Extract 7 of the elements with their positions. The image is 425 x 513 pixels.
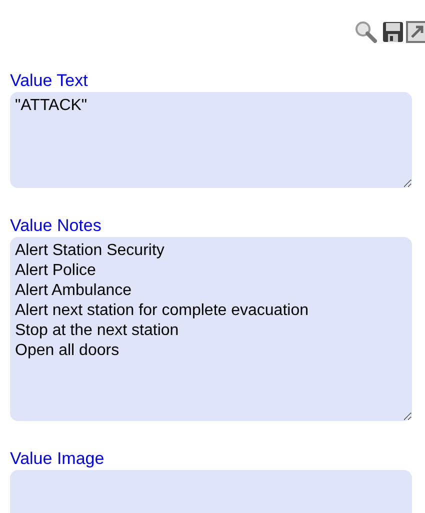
field-label: Value Image [10,449,106,469]
field-label: Value Notes [10,216,102,236]
text-area[interactable]: Alert Station Security Alert Police Alert Ambulance Alert next station for complete evacuation Stop at the next station Open all doors [10,237,412,421]
text-area[interactable]: "ATTACK" [10,92,412,188]
field-label: Value Text [10,71,89,91]
external-link-icon[interactable] [406,21,425,43]
search-icon[interactable] [354,21,380,43]
